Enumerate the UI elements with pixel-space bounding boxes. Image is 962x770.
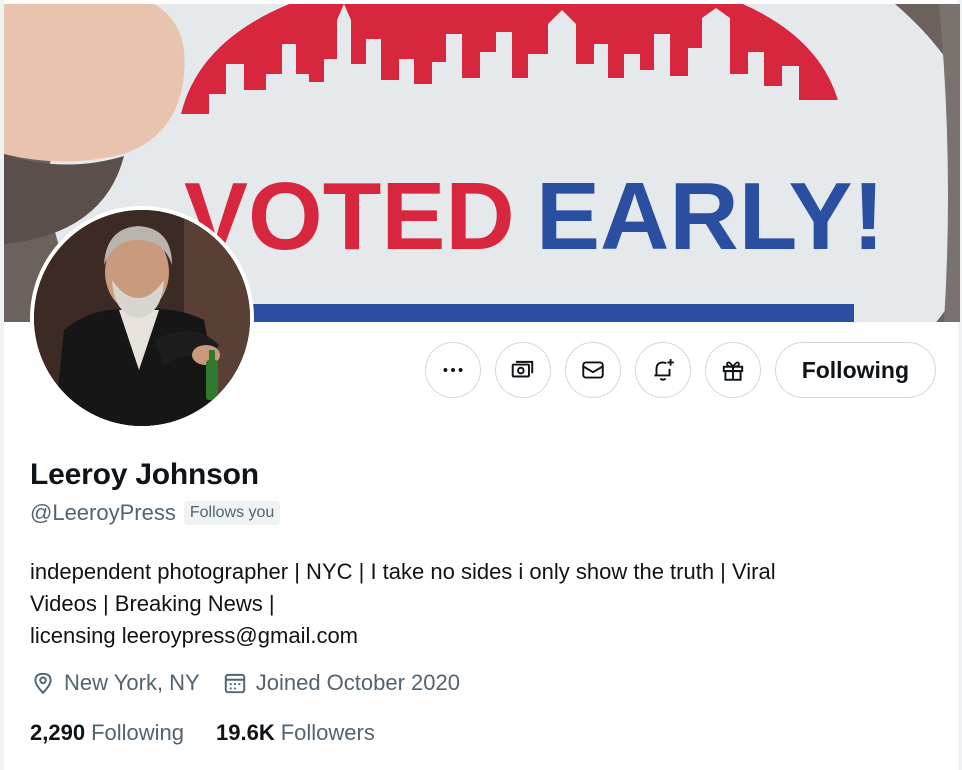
following-label: Following [91,720,184,745]
more-icon [443,368,463,372]
join-date: Joined October 2020 [222,670,460,696]
handle-row: @LeeroyPress Follows you [30,500,281,526]
gift-button[interactable] [704,342,761,398]
followers-count-link[interactable]: 19.6K Followers [216,720,375,746]
location-text: New York, NY [64,670,200,695]
username-handle: @LeeroyPress [30,500,176,525]
bio-line: independent photographer | NYC | I take … [30,559,776,584]
avatar-photo [34,210,250,426]
message-button[interactable] [564,342,621,398]
followers-label: Followers [280,720,375,745]
profile-avatar[interactable] [30,206,254,430]
profile-actions: Following [424,342,936,398]
calendar-icon [224,673,245,694]
gift-icon [722,361,743,381]
bio-line: Videos | Breaking News | [30,591,275,616]
following-count: 2,290 [30,720,86,745]
tip-button[interactable] [494,342,551,398]
location-pin-icon [34,672,52,695]
banner-text-early: EARLY! [536,163,885,270]
follow-stats: 2,290 Following 19.6K Followers [30,720,375,746]
mail-icon [581,361,604,379]
money-icon [511,360,533,378]
notifications-button[interactable] [634,342,691,398]
profile-meta: New York, NY Joined October 2020 [30,670,460,696]
following-count-link[interactable]: 2,290 Following [30,720,184,746]
followers-count: 19.6K [216,720,275,745]
notification-bell-icon [654,359,674,381]
display-name: Leeroy Johnson [30,458,259,491]
profile-bio: independent photographer | NYC | I take … [30,556,910,652]
join-date-text: Joined October 2020 [255,670,460,695]
bio-line: licensing leeroypress@gmail.com [30,623,359,648]
more-button[interactable] [424,342,481,398]
following-button[interactable]: Following [774,342,936,398]
follows-you-badge: Follows you [183,501,281,525]
location: New York, NY [30,670,200,696]
